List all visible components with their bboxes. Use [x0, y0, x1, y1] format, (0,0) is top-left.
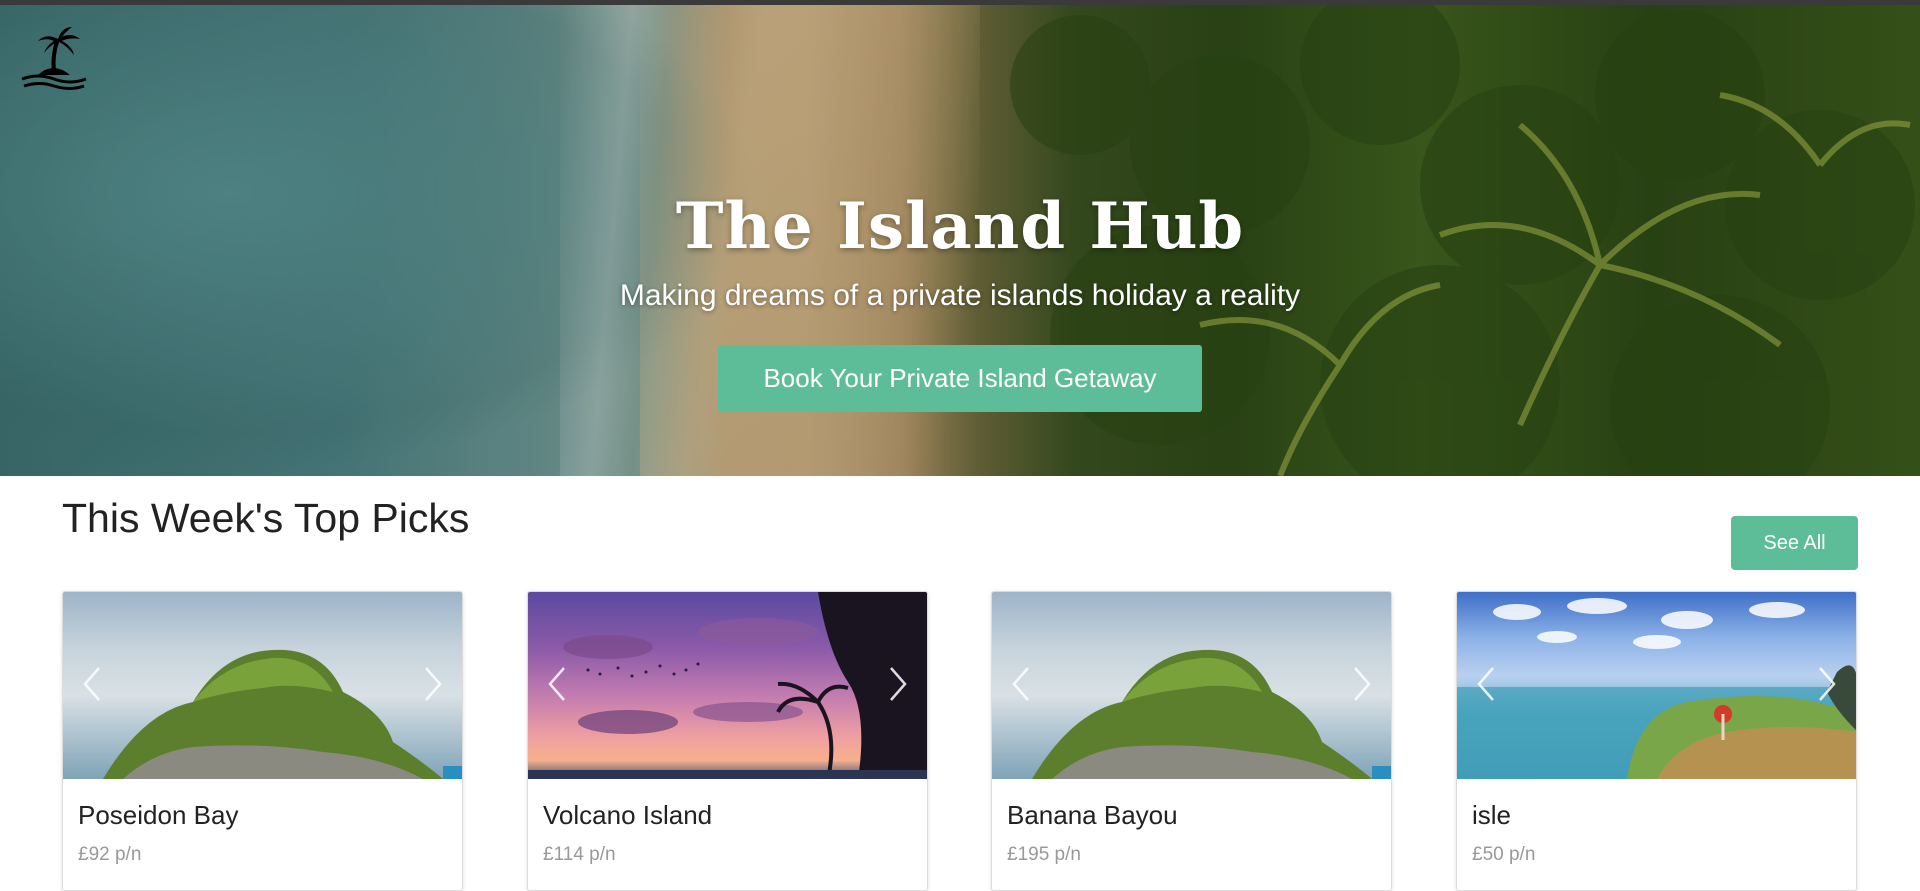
chevron-right-icon[interactable] [1341, 662, 1381, 706]
hero-title: The Island Hub [675, 189, 1245, 264]
hero-subtitle: Making dreams of a private islands holid… [619, 279, 1301, 312]
chevron-right-icon[interactable] [1806, 662, 1846, 706]
book-getaway-button[interactable]: Book Your Private Island Getaway [718, 345, 1202, 412]
island-card-name: Banana Bayou [1007, 800, 1178, 830]
chevron-left-icon[interactable] [73, 662, 113, 706]
island-card[interactable]: Volcano Island £114 p/n [527, 591, 928, 891]
island-card[interactable]: isle £50 p/n [1456, 591, 1857, 891]
see-all-button[interactable]: See All [1731, 516, 1858, 570]
island-rock-image [103, 649, 462, 779]
island-card-image [63, 592, 462, 779]
island-card-price: £92 p/n [78, 844, 142, 865]
cliff-painting-image [1457, 598, 1856, 779]
island-card-price: £114 p/n [543, 844, 616, 865]
island-card-image [992, 592, 1391, 779]
island-card-image [528, 592, 927, 779]
sunset-palms-image [528, 592, 927, 779]
island-card[interactable]: Poseidon Bay £92 p/n [62, 591, 463, 891]
palm-island-icon[interactable] [18, 25, 88, 91]
island-card[interactable]: Banana Bayou £195 p/n [991, 591, 1392, 891]
chevron-right-icon[interactable] [877, 662, 917, 706]
island-card-name: Poseidon Bay [78, 800, 239, 830]
top-picks-title: This Week's Top Picks [62, 495, 470, 541]
island-card-image [1457, 592, 1856, 779]
island-card-name: Volcano Island [543, 800, 713, 830]
island-card-price: £50 p/n [1472, 844, 1536, 865]
chevron-right-icon[interactable] [412, 662, 452, 706]
island-card-name: isle [1472, 800, 1512, 830]
island-card-price: £195 p/n [1007, 844, 1081, 865]
hero-banner: The Island Hub Making dreams of a privat… [0, 5, 1920, 476]
chevron-left-icon[interactable] [1002, 662, 1042, 706]
chevron-left-icon[interactable] [538, 662, 578, 706]
island-rock-image [1032, 649, 1391, 779]
chevron-left-icon[interactable] [1467, 662, 1507, 706]
